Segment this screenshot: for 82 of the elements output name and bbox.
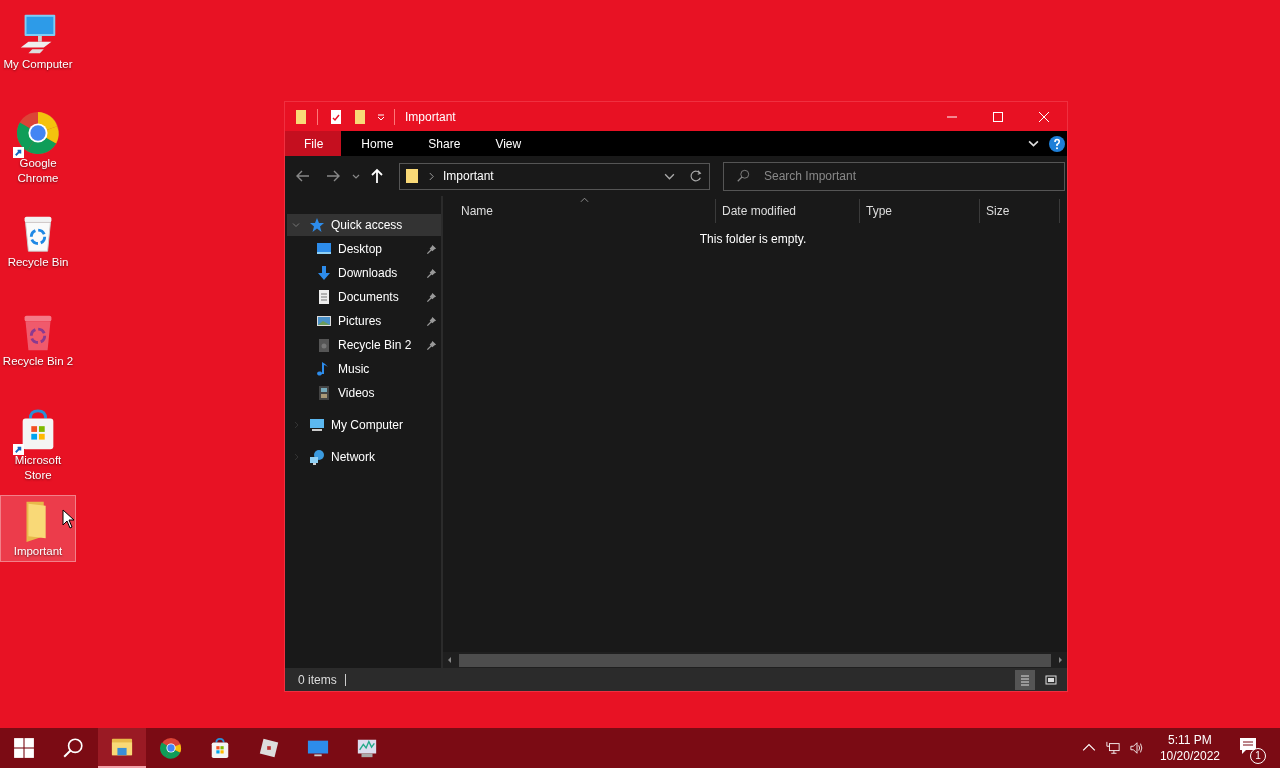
nav-item[interactable]: Downloads bbox=[287, 262, 441, 284]
desktop-icon[interactable]: Recycle Bin 2 bbox=[0, 305, 76, 372]
chrome-icon bbox=[15, 110, 61, 156]
search-field[interactable]: Search Important bbox=[723, 161, 1065, 191]
chevron-right-icon bbox=[428, 171, 435, 181]
nav-item[interactable]: Recycle Bin 2 bbox=[287, 334, 441, 356]
scrollbar-thumb[interactable] bbox=[459, 653, 1051, 667]
status-text: 0 items bbox=[298, 673, 346, 686]
picture-icon bbox=[316, 313, 332, 329]
notification-badge: 1 bbox=[1250, 748, 1266, 764]
address-text: Important bbox=[443, 169, 494, 183]
maximize-icon bbox=[993, 111, 1003, 122]
ribbon-tab[interactable]: File bbox=[285, 131, 342, 156]
desktop-icon[interactable]: My Computer bbox=[0, 8, 76, 75]
shopping-bag-icon bbox=[209, 737, 231, 759]
icon-label: My Computer bbox=[3, 57, 73, 72]
chrome-icon bbox=[160, 737, 182, 759]
scroll-right-icon[interactable] bbox=[1056, 656, 1064, 664]
column-header[interactable]: Name bbox=[443, 199, 716, 223]
nav-item[interactable]: My Computer bbox=[287, 414, 441, 436]
search-icon bbox=[736, 168, 750, 183]
desktop-icon[interactable]: Important bbox=[0, 495, 76, 562]
scroll-left-icon[interactable] bbox=[446, 656, 454, 664]
message-icon bbox=[1238, 736, 1258, 756]
address-bar[interactable]: Important bbox=[399, 162, 710, 190]
refresh-icon[interactable] bbox=[689, 169, 703, 183]
download-icon bbox=[316, 265, 332, 281]
desktop-icon bbox=[316, 241, 332, 257]
nav-item[interactable]: Pictures bbox=[287, 310, 441, 332]
caret-icon[interactable] bbox=[376, 111, 386, 122]
nav-item[interactable]: Music bbox=[287, 358, 441, 380]
window-icon bbox=[1045, 673, 1057, 686]
desktop-icon[interactable]: Google Chrome bbox=[0, 107, 76, 189]
properties-icon[interactable] bbox=[328, 108, 344, 125]
folder-icon[interactable] bbox=[352, 108, 368, 125]
column-header[interactable]: Date modified bbox=[716, 199, 860, 223]
icon-label: Recycle Bin 2 bbox=[2, 354, 74, 369]
chevron-down-icon[interactable] bbox=[1028, 138, 1039, 149]
nav-item[interactable]: Documents bbox=[287, 286, 441, 308]
icon-label: Google Chrome bbox=[16, 156, 60, 186]
clock-button[interactable]: 5:11 PM 10/20/2022 bbox=[1159, 732, 1220, 764]
details-view-button[interactable] bbox=[1015, 669, 1035, 690]
icon-label: Microsoft Store bbox=[13, 453, 63, 483]
icon-label: Recycle Bin bbox=[7, 255, 69, 270]
list-icon bbox=[1019, 673, 1031, 686]
square-tile-icon bbox=[258, 737, 280, 759]
mouse-cursor-icon bbox=[62, 509, 74, 529]
help-icon[interactable] bbox=[1049, 135, 1065, 152]
windows-logo-icon bbox=[13, 737, 35, 759]
column-header[interactable]: Type bbox=[860, 199, 980, 223]
window-title: Important bbox=[405, 109, 456, 124]
close-icon bbox=[1039, 111, 1049, 122]
desktop-icon[interactable]: Recycle Bin bbox=[0, 206, 76, 273]
empty-folder-message: This folder is empty. bbox=[699, 232, 807, 248]
forward-arrow-icon[interactable] bbox=[325, 168, 341, 184]
folder-icon bbox=[111, 736, 133, 758]
speaker-icon[interactable] bbox=[1129, 741, 1144, 755]
video-icon bbox=[316, 385, 332, 401]
star-icon bbox=[309, 217, 325, 233]
back-arrow-icon[interactable] bbox=[295, 168, 311, 184]
column-header[interactable]: Size bbox=[980, 199, 1060, 223]
document-icon bbox=[316, 289, 332, 305]
ribbon-tab[interactable]: Share bbox=[408, 131, 476, 156]
nav-item[interactable]: Desktop bbox=[287, 238, 441, 260]
horizontal-scrollbar[interactable] bbox=[443, 652, 1067, 668]
computer-icon bbox=[309, 417, 325, 433]
ribbon-tab[interactable]: Home bbox=[341, 131, 409, 156]
nav-item[interactable]: Videos bbox=[287, 382, 441, 404]
folder-icon[interactable] bbox=[293, 108, 309, 125]
desktop-icon[interactable]: Microsoft Store bbox=[0, 404, 76, 486]
network-icon bbox=[309, 449, 325, 465]
folder-icon bbox=[404, 168, 420, 184]
nav-item[interactable]: Quick access bbox=[287, 214, 441, 236]
search-icon bbox=[62, 737, 84, 759]
monitor-chart-icon bbox=[356, 737, 378, 759]
icon-label: Important bbox=[13, 544, 63, 559]
recycle-bin-icon bbox=[316, 337, 332, 353]
nav-item[interactable]: Network bbox=[287, 446, 441, 468]
up-arrow-icon[interactable] bbox=[369, 168, 385, 184]
network-icon[interactable] bbox=[1105, 741, 1120, 755]
ribbon-tab[interactable]: View bbox=[475, 131, 537, 156]
taskbar-app-button[interactable] bbox=[98, 728, 146, 768]
